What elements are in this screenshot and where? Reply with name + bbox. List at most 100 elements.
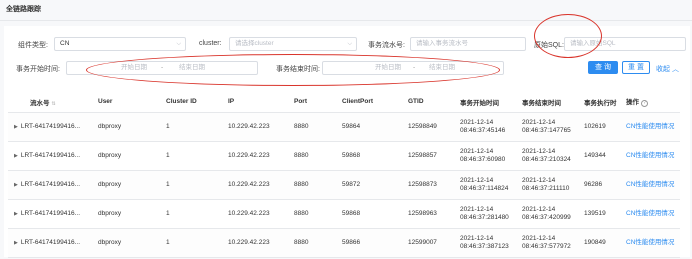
cell-ip: 10.229.42.223 <box>222 228 288 258</box>
cell-end: 2021-12-14 08:46:37:147765 <box>516 112 578 142</box>
cell-txn: ▶ LRT-64174199416... <box>8 112 92 142</box>
start-date: 2021-12-14 <box>460 176 494 184</box>
title-divider <box>0 20 692 21</box>
txn-id-label: 事务流水号: <box>368 42 405 49</box>
cell-client-port: 59868 <box>336 199 402 229</box>
cell-ip: 10.229.42.223 <box>222 170 288 200</box>
col-header-ip: IP <box>222 92 288 113</box>
end-date: 2021-12-14 <box>522 176 556 184</box>
expand-row-icon[interactable]: ▶ <box>14 240 18 246</box>
cell-start: 2021-12-14 08:46:37:281480 <box>454 199 516 229</box>
end-time: 08:46:37:420999 <box>522 213 571 221</box>
cell-client-port: 59868 <box>336 141 402 171</box>
cell-client-port: 59866 <box>336 228 402 258</box>
col-header-txn[interactable]: 流水号 ⇅ <box>8 92 92 113</box>
col-header-port: Port <box>288 92 336 113</box>
cell-op[interactable]: CN性能使用情况 <box>620 141 680 171</box>
cell-end: 2021-12-14 08:46:37:577972 <box>516 228 578 258</box>
cell-txn: ▶ LRT-64174199416... <box>8 228 92 258</box>
cell-user: dbproxy <box>92 199 160 229</box>
reset-button[interactable]: 重 置 <box>622 61 650 74</box>
cell-end: 2021-12-14 08:46:37:210324 <box>516 141 578 171</box>
txn-id-input[interactable]: 请输入事务流水号 <box>410 37 526 51</box>
cell-ip: 10.229.42.223 <box>222 199 288 229</box>
col-header-gtid: GTID <box>402 92 454 113</box>
start-time: 08:46:37:45146 <box>460 126 506 134</box>
cell-txn: ▶ LRT-64174199416... <box>8 199 92 229</box>
cell-user: dbproxy <box>92 112 160 142</box>
end-time-range-picker[interactable]: 开始日期 - 结束日期 <box>322 61 504 75</box>
component-type-value: CN <box>60 40 70 47</box>
cell-cluster-id: 1 <box>160 112 222 142</box>
cell-gtid: 12598857 <box>402 141 454 171</box>
cell-ip: 10.229.42.223 <box>222 112 288 142</box>
col-header-ops: 操作? <box>620 92 680 113</box>
start-time-range-picker[interactable]: 开始日期 - 结束日期 <box>66 61 258 75</box>
expand-row-icon[interactable]: ▶ <box>14 124 18 130</box>
sort-icon[interactable]: ⇅ <box>52 101 56 107</box>
table-row[interactable]: ▶ LRT-64174199416... dbproxy 1 10.229.42.223… <box>8 141 680 171</box>
end-date: 2021-12-14 <box>522 205 556 213</box>
start-date: 2021-12-14 <box>460 205 494 213</box>
expand-row-icon[interactable]: ▶ <box>14 153 18 159</box>
table-header-row: 流水号 ⇅ User Cluster ID IP Port ClientPort … <box>8 92 680 113</box>
table-row[interactable]: ▶ LRT-64174199416... dbproxy 1 10.229.42.223… <box>8 112 680 142</box>
trace-table: 流水号 ⇅ User Cluster ID IP Port ClientPort … <box>8 92 680 258</box>
help-icon[interactable]: ? <box>641 100 648 108</box>
cell-start: 2021-12-14 08:46:37:387123 <box>454 228 516 258</box>
cell-client-port: 59864 <box>336 112 402 142</box>
cn-performance-link[interactable]: CN性能使用情况 <box>626 210 674 217</box>
expand-row-icon[interactable]: ▶ <box>14 211 18 217</box>
end-date: 2021-12-14 <box>522 234 556 242</box>
cell-ip: 10.229.42.223 <box>222 141 288 171</box>
cell-cluster-id: 1 <box>160 170 222 200</box>
cn-performance-link[interactable]: CN性能使用情况 <box>626 123 674 130</box>
component-type-label: 组件类型: <box>18 42 48 49</box>
txn-id-text: LRT-64174199416... <box>20 180 81 188</box>
cell-txn: ▶ LRT-64174199416... <box>8 170 92 200</box>
cn-performance-link[interactable]: CN性能使用情况 <box>626 181 674 188</box>
cn-performance-link[interactable]: CN性能使用情况 <box>626 152 674 159</box>
cluster-select[interactable]: 请选择cluster ⌵ <box>229 37 357 51</box>
start-time: 08:46:37:60980 <box>460 155 506 163</box>
table-row[interactable]: ▶ LRT-64174199416... dbproxy 1 10.229.42.223… <box>8 170 680 200</box>
component-type-select[interactable]: CN ⌵ <box>54 37 186 51</box>
cell-txn: ▶ LRT-64174199416... <box>8 141 92 171</box>
cell-gtid: 12599007 <box>402 228 454 258</box>
cell-duration: 139519 <box>578 199 620 229</box>
cell-op[interactable]: CN性能使用情况 <box>620 199 680 229</box>
expand-row-icon[interactable]: ▶ <box>14 182 18 188</box>
collapse-link[interactable]: 收起 ︿ <box>656 64 679 74</box>
col-header-end-time: 事务结束时间 <box>516 92 578 113</box>
start-time-label: 事务开始时间: <box>16 66 60 73</box>
query-button[interactable]: 查 询 <box>588 61 618 74</box>
table-row[interactable]: ▶ LRT-64174199416... dbproxy 1 10.229.42.223… <box>8 199 680 229</box>
end-time-label: 事务结束时间: <box>276 66 320 73</box>
cell-op[interactable]: CN性能使用情况 <box>620 228 680 258</box>
table-row[interactable]: ▶ LRT-64174199416... dbproxy 1 10.229.42.223… <box>8 228 680 258</box>
start-range-separator: - <box>161 64 164 71</box>
cell-start: 2021-12-14 08:46:37:114824 <box>454 170 516 200</box>
cell-duration: 96286 <box>578 170 620 200</box>
sql-input[interactable]: 请输入原始SQL <box>564 37 686 51</box>
txn-id-text: LRT-64174199416... <box>20 122 81 130</box>
txn-id-placeholder: 请输入事务流水号 <box>416 40 468 47</box>
cluster-placeholder: 请选择cluster <box>235 40 274 47</box>
start-time: 08:46:37:387123 <box>460 242 509 250</box>
cell-user: dbproxy <box>92 228 160 258</box>
cell-duration: 190849 <box>578 228 620 258</box>
col-header-user: User <box>92 92 160 113</box>
cell-op[interactable]: CN性能使用情况 <box>620 112 680 142</box>
chevron-down-icon: ⌵ <box>347 41 352 47</box>
start-date: 2021-12-14 <box>460 234 494 242</box>
cell-op[interactable]: CN性能使用情况 <box>620 170 680 200</box>
end-to-placeholder: 结束日期 <box>429 64 455 71</box>
cell-port: 8880 <box>288 141 336 171</box>
start-to-placeholder: 结束日期 <box>179 64 205 71</box>
chevron-down-icon: ⌵ <box>176 41 181 47</box>
end-date: 2021-12-14 <box>522 118 556 126</box>
end-range-separator: - <box>413 64 416 71</box>
cell-start: 2021-12-14 08:46:37:45146 <box>454 112 516 142</box>
cell-port: 8880 <box>288 228 336 258</box>
cn-performance-link[interactable]: CN性能使用情况 <box>626 239 674 246</box>
